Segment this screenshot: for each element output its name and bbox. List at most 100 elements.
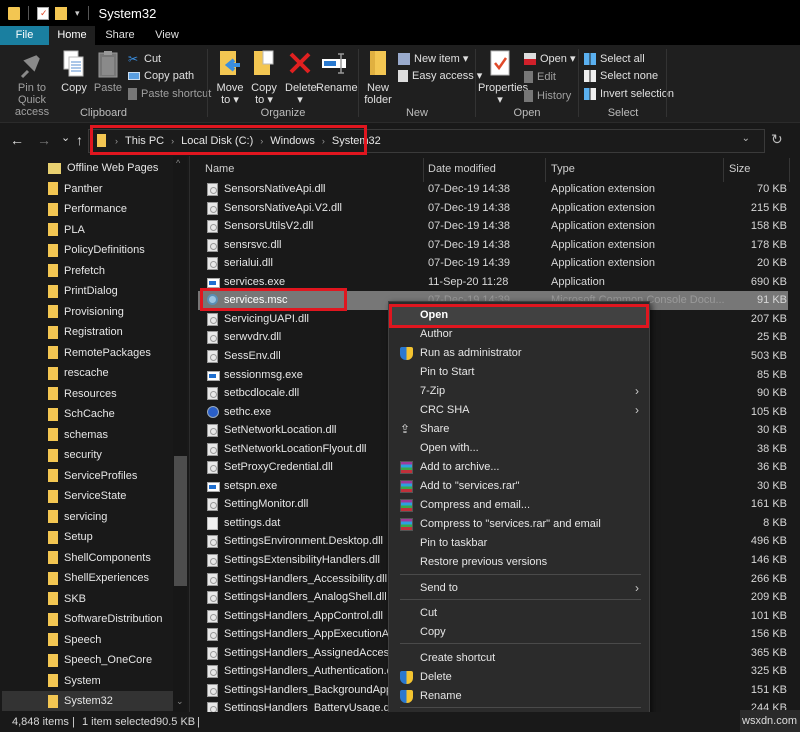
breadcrumb-this-pc[interactable]: This PC (125, 135, 164, 147)
properties-button[interactable]: Properties ▾ (478, 49, 528, 106)
column-header-type[interactable]: Type (551, 156, 721, 183)
menu-item-restore-previous-versions[interactable]: Restore previous versions (391, 553, 647, 572)
sidebar-item[interactable]: ServiceState (48, 486, 173, 506)
sidebar-item[interactable]: Offline Web Pages (48, 158, 173, 178)
menu-item-compress-and-email[interactable]: Compress and email... (391, 496, 647, 515)
sidebar-item[interactable]: System32 (2, 691, 173, 711)
sidebar-item[interactable]: security (48, 445, 173, 465)
sidebar-item[interactable]: ShellComponents (48, 548, 173, 568)
new-folder-quick-access-icon[interactable] (55, 6, 67, 20)
invert-selection-button[interactable]: Invert selection (584, 86, 674, 102)
chevron-right-icon[interactable]: › (260, 136, 263, 146)
new-folder-button[interactable]: New folder (363, 49, 393, 106)
menu-item-crc-sha[interactable]: CRC SHA › (391, 401, 647, 420)
menu-item-add-to-archive[interactable]: Add to archive... (391, 458, 647, 477)
menu-item-send-to[interactable]: Send to › (391, 579, 647, 598)
breadcrumb-system32[interactable]: System32 (332, 135, 381, 147)
sidebar-item[interactable]: Prefetch (48, 261, 173, 281)
menu-item-pin-to-taskbar[interactable]: Pin to taskbar (391, 534, 647, 553)
column-divider[interactable] (723, 158, 724, 182)
chevron-right-icon[interactable]: › (115, 136, 118, 146)
sidebar-item[interactable]: SKB (48, 589, 173, 609)
sidebar-item[interactable]: Speech (48, 630, 173, 650)
sidebar-scrollbar[interactable] (173, 156, 187, 712)
file-row[interactable]: sensrsvc.dll 07-Dec-19 14:38 Application e… (198, 236, 788, 255)
recent-locations-button[interactable]: ⌄ (61, 130, 70, 146)
column-divider[interactable] (423, 158, 424, 182)
customize-quick-access-icon[interactable]: ▾ (75, 8, 80, 19)
menu-item-pin-to-start[interactable]: Pin to Start (391, 363, 647, 382)
file-row[interactable]: serialui.dll 07-Dec-19 14:39 Application e… (198, 254, 788, 273)
sidebar-item[interactable]: System (48, 671, 173, 691)
sidebar-item[interactable]: RemotePackages (48, 343, 173, 363)
address-bar[interactable]: › This PC › Local Disk (C:) › Windows › … (88, 129, 765, 153)
menu-item-compress-to-services-rar-and-email[interactable]: Compress to "services.rar" and email (391, 515, 647, 534)
new-item-button[interactable]: New item ▾ (398, 51, 468, 67)
menu-item-run-as-administrator[interactable]: Run as administrator (391, 344, 647, 363)
breadcrumb-windows[interactable]: Windows (270, 135, 315, 147)
up-button[interactable]: ↑ (76, 132, 83, 148)
sidebar-item[interactable]: PrintDialog (48, 281, 173, 301)
edit-button[interactable]: Edit (524, 69, 556, 85)
rename-button[interactable]: Rename (316, 49, 358, 94)
refresh-button[interactable]: ↻ (771, 131, 783, 148)
tab-home[interactable]: Home (49, 26, 95, 45)
chevron-right-icon[interactable]: › (171, 136, 174, 146)
column-header-size[interactable]: Size (729, 156, 789, 183)
chevron-right-icon[interactable]: › (322, 136, 325, 146)
sidebar-item[interactable]: Provisioning (48, 302, 173, 322)
sidebar-item[interactable]: Panther (48, 179, 173, 199)
menu-item-cut[interactable]: Cut (391, 604, 647, 623)
paste-shortcut-button[interactable]: Paste shortcut (128, 86, 211, 102)
tab-view[interactable]: View (145, 26, 189, 45)
file-row[interactable]: SensorsNativeApi.V2.dll 07-Dec-19 14:38 Ap… (198, 199, 788, 218)
sidebar-item[interactable]: Speech_OneCore (48, 650, 173, 670)
select-none-button[interactable]: Select none (584, 68, 658, 84)
sidebar-item[interactable]: Setup (48, 527, 173, 547)
open-button[interactable]: Open ▾ (524, 51, 576, 67)
delete-button[interactable]: Delete ▾ (285, 49, 317, 106)
sidebar-item[interactable]: SchCache (48, 404, 173, 424)
menu-item-share[interactable]: ⇪ Share (391, 420, 647, 439)
select-all-button[interactable]: Select all (584, 51, 645, 67)
forward-button[interactable]: → (37, 132, 51, 148)
menu-item-copy[interactable]: Copy (391, 623, 647, 642)
menu-item-add-to-services-rar[interactable]: Add to "services.rar" (391, 477, 647, 496)
back-button[interactable]: ← (10, 132, 24, 148)
breadcrumb-local-disk[interactable]: Local Disk (C:) (181, 135, 253, 147)
sidebar-item[interactable]: Resources (48, 384, 173, 404)
copy-path-button[interactable]: Copy path (128, 68, 194, 84)
sidebar-item[interactable]: servicing (48, 507, 173, 527)
tab-share[interactable]: Share (95, 26, 145, 45)
sidebar-scrollbar-thumb[interactable] (174, 456, 187, 586)
column-divider[interactable] (789, 158, 790, 182)
copy-button[interactable]: Copy (60, 49, 88, 94)
file-row[interactable]: SensorsUtilsV2.dll 07-Dec-19 14:38 Applica… (198, 217, 788, 236)
sidebar-item[interactable]: ServiceProfiles (48, 466, 173, 486)
menu-item-7-zip[interactable]: 7-Zip › (391, 382, 647, 401)
menu-item-delete[interactable]: Delete (391, 668, 647, 687)
sidebar-item[interactable]: PLA (48, 220, 173, 240)
properties-quick-access-icon[interactable]: ✓ (37, 6, 49, 20)
history-button[interactable]: History (524, 88, 571, 104)
scroll-up-icon[interactable]: ^ (176, 158, 180, 168)
sidebar-item[interactable]: rescache (48, 363, 173, 383)
move-to-button[interactable]: Move to ▾ (212, 49, 248, 106)
tab-file[interactable]: File (0, 26, 49, 45)
column-header-date-modified[interactable]: Date modified (428, 156, 538, 183)
paste-button[interactable]: Paste (93, 49, 123, 94)
menu-item-rename[interactable]: Rename (391, 687, 647, 706)
menu-item-open[interactable]: Open (391, 306, 647, 325)
sidebar-item[interactable]: Performance (48, 199, 173, 219)
file-row[interactable]: services.exe 11-Sep-20 11:28 Application 69… (198, 273, 788, 292)
scroll-down-icon[interactable]: ⌄ (176, 696, 184, 707)
column-divider[interactable] (545, 158, 546, 182)
cut-button[interactable]: ✂ Cut (128, 51, 161, 67)
menu-item-author[interactable]: Author (391, 325, 647, 344)
menu-item-create-shortcut[interactable]: Create shortcut (391, 649, 647, 668)
sidebar-item[interactable]: Registration (48, 322, 173, 342)
easy-access-button[interactable]: Easy access ▾ (398, 68, 482, 84)
address-dropdown-button[interactable]: ⌄ (742, 133, 750, 144)
file-row[interactable]: SensorsNativeApi.dll 07-Dec-19 14:38 Appli… (198, 180, 788, 199)
sidebar-item[interactable]: schemas (48, 425, 173, 445)
